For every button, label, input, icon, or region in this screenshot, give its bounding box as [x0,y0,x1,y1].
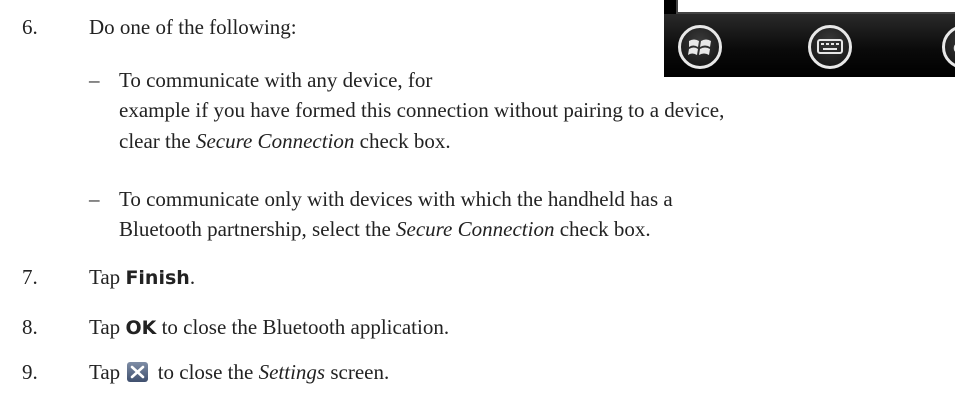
document-page: o 6. Do one of the following: – To commun… [0,0,955,396]
bullet-line: To communicate only with devices with wh… [119,187,673,211]
step-number: 8. [22,315,38,339]
step-text: Do one of the following: [89,15,297,39]
finish-label: Finish [125,267,190,289]
bullet-line: Bluetooth partnership, select the Secure… [119,215,651,244]
ui-term: Secure Connection [396,217,555,241]
ok-label: OK [125,317,157,339]
close-icon [127,362,149,382]
text-fragment: to close the Bluetooth application. [156,315,450,339]
step-number: 6. [22,15,38,39]
text-fragment: Tap [89,265,126,289]
text-fragment: screen. [325,360,390,384]
step-9: 9. Tap to close the Settings screen. [22,358,389,387]
step-7: 7. Tap Finish. [22,263,195,293]
windows-start-icon [678,25,722,69]
ui-term: Settings [258,360,326,384]
bullet-line: example if you have formed this connecti… [119,98,725,122]
text-fragment: Bluetooth partnership, select the [119,217,397,241]
keyboard-icon [808,25,852,69]
bullet-line: To communicate with any device, for [119,68,433,92]
text-fragment: check box. [354,129,451,153]
bullet-dash: – [89,187,100,211]
step-6: 6. Do one of the following: [22,13,297,42]
bullet-dash: – [89,68,100,92]
text-fragment: clear the [119,129,196,153]
text-fragment: Tap [89,360,126,384]
step-number: 9. [22,360,38,384]
bullet-line: clear the Secure Connection check box. [119,127,451,156]
step-8: 8. Tap OK to close the Bluetooth applicat… [22,313,449,343]
step-number: 7. [22,265,38,289]
text-fragment: Tap [89,315,126,339]
device-screen [676,0,955,14]
ui-term: Secure Connection [195,129,355,153]
text-fragment: . [189,265,196,289]
text-fragment: check box. [554,217,651,241]
text-fragment: to close the [152,360,259,384]
device-screenshot: o [664,0,955,77]
